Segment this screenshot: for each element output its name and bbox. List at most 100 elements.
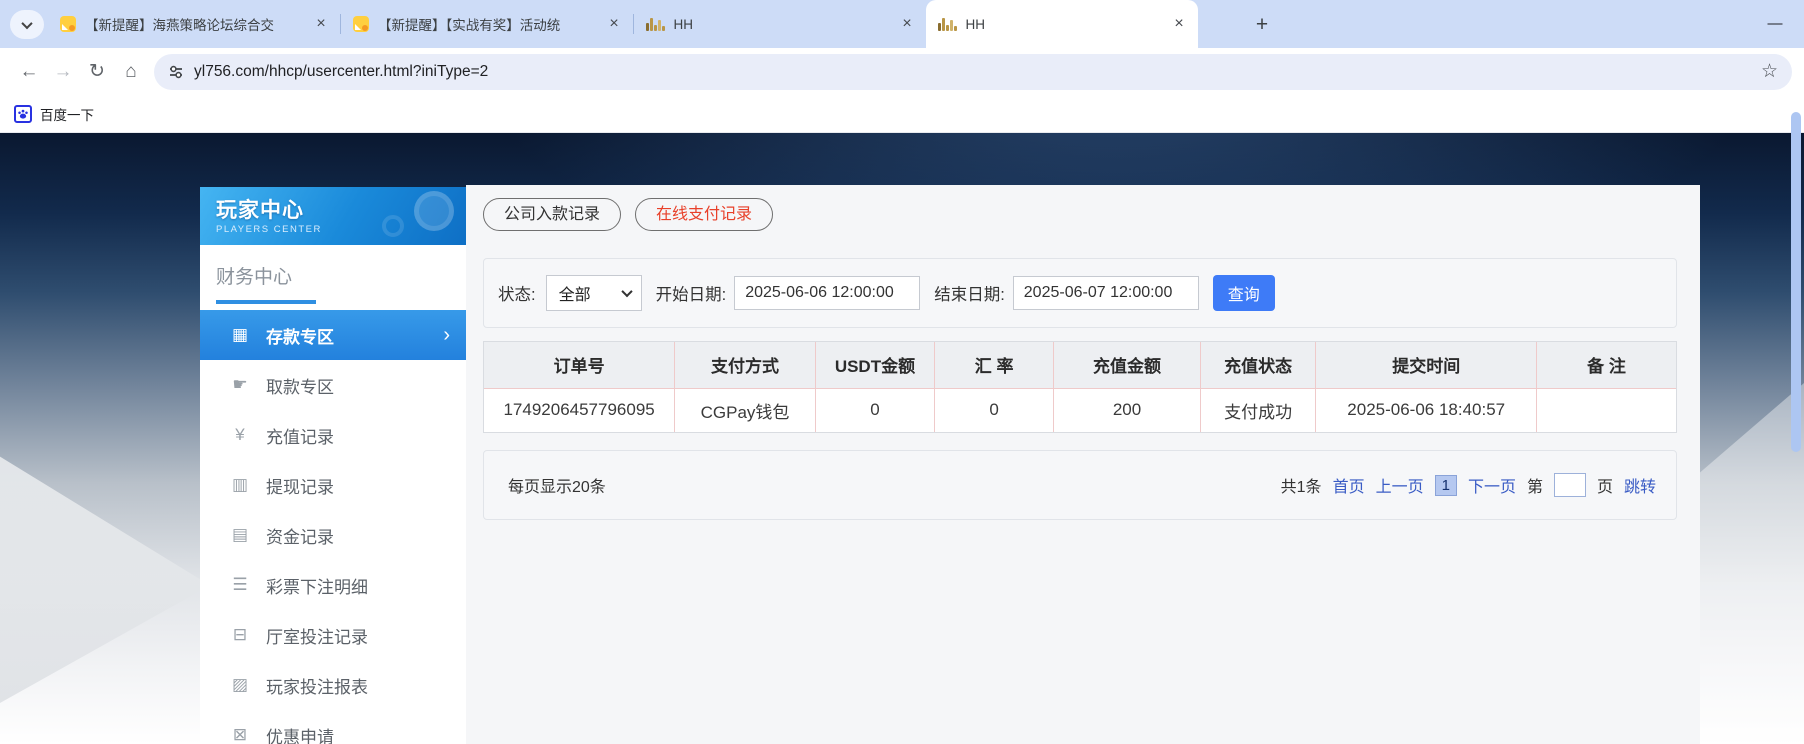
status-select-value: 全部 [558,287,591,304]
sidebar-section: 财务中心 [200,245,466,310]
address-bar[interactable]: yl756.com/hhcp/usercenter.html?iniType=2… [154,53,1792,90]
page-size-text: 每页显示20条 [508,479,606,496]
col-submit-time: 提交时间 [1315,342,1537,389]
sidebar-menu: ▦ 存款专区 › ☛ 取款专区 ¥ 充值记录 ▥ 提现记录 ▤ 资金记录 ☰ 彩… [200,310,466,744]
close-icon: × [902,15,912,32]
tab-hh-active[interactable]: HH × [926,0,1198,48]
col-recharge-status: 充值状态 [1200,342,1317,389]
reload-icon: ↻ [89,61,105,82]
tab-online-payment-records[interactable]: 在线支付记录 [635,198,774,231]
tab-company-deposit-records[interactable]: 公司入款记录 [483,198,622,231]
site-info-icon[interactable] [168,64,184,80]
pagination-bar: 每页显示20条 共1条 首页 上一页 1 下一页 第 页 跳转 [483,450,1677,520]
tab-search-button[interactable] [10,10,44,39]
reload-button[interactable]: ↻ [80,55,114,89]
next-page-link[interactable]: 下一页 [1468,473,1516,497]
col-order-id: 订单号 [484,342,676,389]
sidebar-item-deposit[interactable]: ▦ 存款专区 › [200,310,466,360]
col-exchange-rate: 汇 率 [934,342,1055,389]
bookmark-baidu[interactable]: 百度一下 [40,104,94,124]
col-payment-method: 支付方式 [674,342,816,389]
deposit-icon: ▦ [231,325,249,344]
tab-title: HH [965,16,986,32]
tab-close-button[interactable]: × [896,13,918,35]
sidebar-item-label: 优惠申请 [266,727,334,744]
funds-record-icon: ▤ [231,525,249,544]
page-content: 玩家中心 PLAYERS CENTER 财务中心 ▦ 存款专区 › ☛ 取款专区… [0,133,1804,744]
prev-page-link[interactable]: 上一页 [1376,473,1424,497]
sidebar-item-label: 取款专区 [266,377,334,397]
tab-forum-1[interactable]: 【新提醒】海燕策略论坛综合交 × [48,0,340,48]
tab-forum-2[interactable]: 【新提醒】【实战有奖】活动统 × [341,0,633,48]
minimize-icon: — [1767,14,1783,32]
cell-recharge-status: 支付成功 [1200,388,1317,432]
sidebar-item-room-bet-record[interactable]: ⊟ 厅室投注记录 [200,610,466,660]
home-button[interactable]: ⌂ [114,55,148,89]
sidebar-item-recharge-record[interactable]: ¥ 充值记录 [200,410,466,460]
tab-title: HH [673,16,694,32]
start-date-label: 开始日期: [655,286,727,304]
forward-icon: → [53,60,73,82]
new-tab-button[interactable]: + [1248,11,1276,39]
table-header-row: 订单号 支付方式 USDT金额 汇 率 充值金额 充值状态 提交时间 备 注 [484,342,1676,389]
sidebar-item-funds-record[interactable]: ▤ 资金记录 [200,510,466,560]
room-bet-record-icon: ⊟ [232,625,248,644]
table-row: 1749206457796095 CGPay钱包 0 0 200 支付成功 20… [484,388,1676,432]
end-date-input[interactable] [1012,276,1199,310]
browser-toolbar: ← → ↻ ⌂ yl756.com/hhcp/usercenter.html?i… [0,48,1804,95]
tab-title: 【新提醒】海燕策略论坛综合交 [85,14,310,34]
bookmark-star-button[interactable]: ☆ [1761,60,1778,83]
page-scrollbar[interactable] [1791,112,1801,452]
cell-recharge-amount: 200 [1053,388,1201,432]
status-select[interactable]: 全部 [545,275,642,311]
minimize-button[interactable]: — [1760,8,1790,38]
start-date-input[interactable] [734,276,921,310]
player-center-sidebar: 玩家中心 PLAYERS CENTER 财务中心 ▦ 存款专区 › ☛ 取款专区… [200,187,466,744]
player-bet-report-icon: ▨ [231,675,249,694]
records-table: 订单号 支付方式 USDT金额 汇 率 充值金额 充值状态 提交时间 备 注 1 [483,341,1677,433]
sidebar-item-label: 存款专区 [266,327,334,347]
sidebar-item-player-bet-report[interactable]: ▨ 玩家投注报表 [200,660,466,710]
pagination-controls: 共1条 首页 上一页 1 下一页 第 页 跳转 [1281,473,1656,497]
close-icon: × [316,15,326,32]
current-page-badge[interactable]: 1 [1434,474,1457,496]
sidebar-item-withdrawal-record[interactable]: ▥ 提现记录 [200,460,466,510]
cell-exchange-rate: 0 [934,388,1055,432]
col-usdt-amount: USDT金额 [815,342,936,389]
record-type-tabs: 公司入款记录 在线支付记录 [466,185,1700,231]
sidebar-item-withdraw[interactable]: ☛ 取款专区 [200,360,466,410]
sidebar-item-lottery-bet-detail[interactable]: ☰ 彩票下注明细 [200,560,466,610]
tab-close-button[interactable]: × [310,13,332,35]
back-button[interactable]: ← [12,55,46,89]
tab-title: 【新提醒】【实战有奖】活动统 [378,14,603,34]
jump-prefix-label: 第 [1526,479,1543,496]
sidebar-item-promo-apply[interactable]: ⊠ 优惠申请 [200,710,466,744]
promo-apply-icon: ⊠ [232,725,248,744]
cell-usdt-amount: 0 [815,388,936,432]
page-number-input[interactable] [1553,473,1586,497]
main-panel: 公司入款记录 在线支付记录 状态: 全部 开始日期: 结束日期: 查询 [466,185,1700,744]
soundwave-icon [646,17,665,31]
sidebar-item-label: 提现记录 [266,477,334,497]
chevron-down-icon [620,285,633,298]
col-recharge-amount: 充值金额 [1053,342,1201,389]
sidebar-item-label: 厅室投注记录 [266,627,368,647]
tab-strip: 【新提醒】海燕策略论坛综合交 × 【新提醒】【实战有奖】活动统 × HH × H… [0,0,1804,48]
section-underline [216,300,316,304]
status-label: 状态: [498,286,536,304]
tab-hh-1[interactable]: HH × [634,0,926,48]
cell-submit-time: 2025-06-06 18:40:57 [1315,388,1537,432]
sidebar-section-title: 财务中心 [216,267,293,288]
tab-close-button[interactable]: × [1168,13,1190,35]
star-icon: ☆ [1760,61,1778,82]
jump-button[interactable]: 跳转 [1624,473,1656,497]
tab-close-button[interactable]: × [603,13,625,35]
forward-button[interactable]: → [46,55,80,89]
close-icon: × [609,15,619,32]
search-button[interactable]: 查询 [1212,275,1275,311]
first-page-link[interactable]: 首页 [1333,473,1365,497]
plus-icon: + [1255,13,1269,36]
cell-remark [1536,388,1676,432]
col-remark: 备 注 [1536,342,1676,389]
home-icon: ⌂ [125,60,137,82]
